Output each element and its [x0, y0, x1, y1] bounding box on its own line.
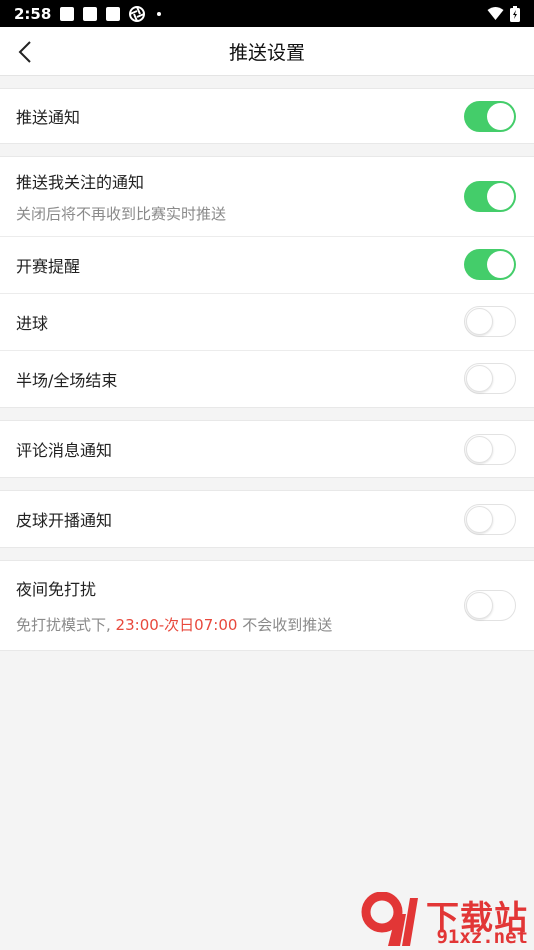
setting-label: 进球 [16, 313, 49, 333]
notification-icon [60, 6, 75, 21]
toggle-knob [466, 365, 493, 392]
status-time: 2:58 [14, 4, 52, 23]
half-full-time-toggle[interactable] [464, 363, 516, 394]
status-bar: 2:58 [0, 0, 534, 27]
setting-label: 评论消息通知 [16, 441, 113, 460]
comment-notifications-toggle[interactable] [464, 433, 516, 465]
setting-row-followed-notifications: 推送我关注的通知 关闭后将不再收到比赛实时推送 [0, 157, 534, 236]
settings-group: 夜间免打扰 免打扰模式下, 23:00-次日07:00 不会收到推送 [0, 560, 534, 651]
aperture-icon [129, 5, 146, 22]
back-button[interactable] [10, 37, 40, 67]
setting-label: 皮球开播通知 [16, 511, 113, 530]
setting-row-comment-notifications: 评论消息通知 [0, 421, 534, 477]
toggle-knob [466, 592, 493, 619]
page-title: 推送设置 [228, 41, 305, 64]
setting-row-half-full-time: 半场/全场结束 [0, 350, 534, 407]
toggle-knob [487, 183, 514, 210]
setting-row-do-not-disturb: 夜间免打扰 免打扰模式下, 23:00-次日07:00 不会收到推送 [0, 561, 534, 650]
setting-label: 推送通知 [16, 108, 81, 127]
settings-group: 推送我关注的通知 关闭后将不再收到比赛实时推送 开赛提醒 进球 半场/全场结束 [0, 156, 534, 408]
toggle-knob [466, 505, 493, 533]
watermark: 下载站 91xz.net [360, 890, 532, 950]
setting-row-match-start: 开赛提醒 [0, 236, 534, 293]
toggle-knob [487, 102, 514, 130]
push-notifications-toggle[interactable] [464, 100, 516, 132]
settings-group: 评论消息通知 [0, 420, 534, 478]
setting-description: 关闭后将不再收到比赛实时推送 [16, 205, 227, 223]
toggle-knob [487, 251, 514, 278]
setting-label: 半场/全场结束 [16, 370, 118, 390]
setting-row-goal: 进球 [0, 293, 534, 350]
setting-description: 免打扰模式下, 23:00-次日07:00 不会收到推送 [16, 616, 333, 634]
setting-label: 夜间免打扰 [16, 580, 97, 599]
do-not-disturb-toggle[interactable] [464, 590, 516, 621]
watermark-domain: 91xz.net [436, 926, 528, 948]
toggle-knob [466, 308, 493, 335]
settings-group: 皮球开播通知 [0, 490, 534, 548]
followed-notifications-toggle[interactable] [464, 181, 516, 212]
watermark-logo-icon [361, 892, 418, 946]
goal-toggle[interactable] [464, 306, 516, 337]
chevron-left-icon [18, 41, 31, 63]
setting-row-live-notifications: 皮球开播通知 [0, 491, 534, 547]
settings-group: 推送通知 [0, 88, 534, 144]
more-notifications-icon [157, 11, 162, 16]
app-header: 推送设置 [0, 27, 534, 76]
live-notifications-toggle[interactable] [464, 503, 516, 535]
wifi-icon [487, 6, 504, 20]
match-start-toggle[interactable] [464, 249, 516, 280]
toggle-knob [466, 435, 493, 463]
notification-icon [83, 6, 98, 21]
battery-icon [510, 5, 520, 22]
setting-label: 开赛提醒 [16, 256, 81, 276]
quiet-hours-range: 23:00-次日07:00 [115, 616, 238, 634]
setting-row-push-notifications: 推送通知 [0, 89, 534, 143]
notification-icon [106, 6, 121, 21]
setting-label: 推送我关注的通知 [16, 173, 145, 192]
